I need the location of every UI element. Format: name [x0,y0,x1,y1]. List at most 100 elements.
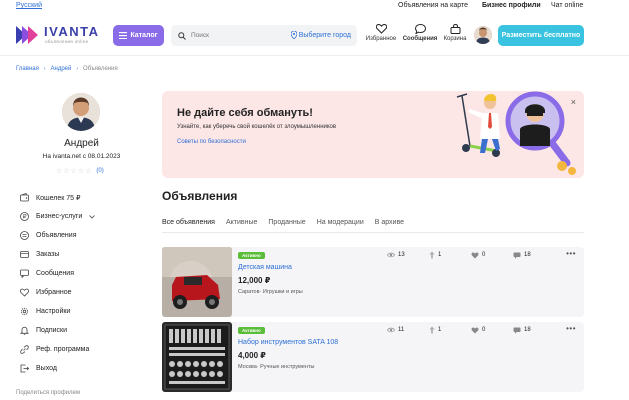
profile-member-since: На ivanta.net с 08.01.2023 [42,153,121,160]
close-icon[interactable]: × [571,97,576,107]
menu-item-subscriptions[interactable]: Подписки [20,321,150,340]
review-count-link[interactable]: (0) [96,168,103,174]
map-link[interactable]: Объявления на карте [398,2,468,9]
tab-active[interactable]: Активные [226,219,257,226]
listing-price: 12,000 ₽ [238,276,271,285]
star-rating-icon: ☆☆☆☆☆ [56,168,93,175]
menu-item-settings[interactable]: Настройки [20,302,150,321]
menu-item-wallet[interactable]: Кошелек 75 ₽ [20,188,150,207]
breadcrumb-home[interactable]: Главная [16,66,39,72]
share-profile-link[interactable]: Поделиться профилем [16,390,80,396]
toy-car-image [162,247,232,317]
tab-archive[interactable]: В архиве [375,219,404,226]
eye-icon [387,252,395,258]
status-badge: Активно [238,252,265,259]
catalog-button[interactable]: Каталог [113,25,164,46]
menu-item-orders[interactable]: Заказы [20,245,150,264]
tab-all[interactable]: Все объявления [162,219,215,226]
raises-stat: 1 [429,326,471,334]
listing-card[interactable]: Активно Набор инструментов SATA 108 4,00… [162,322,584,392]
menu-item-messages[interactable]: Сообщения [20,264,150,283]
views-stat: 11 [387,326,429,334]
favorites-stat: 0 [471,326,513,334]
logo[interactable]: IVANTA объявления online [16,24,100,46]
menu-item-label: Избранное [36,289,72,296]
arrow-up-icon [429,251,435,259]
post-ad-button[interactable]: Разместить бесплатно [498,25,584,46]
eye-icon [387,327,395,333]
listing-title-link[interactable]: Детская машина [238,264,292,271]
menu-item-label: Выход [36,365,57,372]
raises-count: 1 [438,252,442,258]
messages-stat: 18 [513,326,555,334]
views-count: 11 [398,327,405,333]
avatar-image [62,93,100,131]
messages-stat: 18 [513,251,555,259]
favorites-label: Избранное [365,36,397,42]
menu-item-label: Бизнес-услуги [36,213,83,220]
listing-thumbnail[interactable] [162,247,232,317]
cart-button[interactable]: Корзина [438,24,472,50]
wallet-icon [20,193,29,202]
views-count: 13 [398,252,405,258]
search-bar[interactable]: Выберите город [171,25,357,46]
more-options-icon[interactable]: ••• [566,324,576,333]
listing-title-link[interactable]: Набор инструментов SATA 108 [238,339,338,346]
tab-moderation[interactable]: На модерации [317,219,364,226]
listing-stats: 11 1 0 18 [387,326,555,334]
messages-count: 18 [524,252,531,258]
listing-card[interactable]: Активно Детская машина 12,000 ₽ Саратов·… [162,247,584,317]
raises-count: 1 [438,327,442,333]
logo-text: IVANTA [44,24,100,39]
favorites-button[interactable]: Избранное [364,24,398,50]
catalog-label: Каталог [130,32,158,39]
menu-item-business[interactable]: ₽ Бизнес-услуги [20,207,150,226]
breadcrumb-user[interactable]: Андрей [51,66,72,72]
heart-icon [471,327,479,333]
menu-item-label: Реф. программа [36,346,90,353]
chevron-down-icon [89,214,96,219]
chat-icon [414,24,426,34]
svg-text:₽: ₽ [23,214,27,221]
banner-text: Узнайте, как уберечь свой кошелёк от зло… [177,124,337,130]
avatar-image [474,26,492,44]
gear-icon [20,307,29,316]
tabs-divider [162,232,584,233]
menu-item-referral[interactable]: Реф. программа [20,340,150,359]
profile-avatar [62,93,100,131]
menu-item-favorites[interactable]: Избранное [20,283,150,302]
breadcrumb: Главная › Андрей › Объявления [16,66,118,72]
listing-tabs: Все объявления Активные Проданные На мод… [162,219,404,226]
safety-banner: Не дайте себя обмануть! Узнайте, как убе… [162,91,584,178]
menu-item-ads[interactable]: Объявления [20,226,150,245]
menu-item-logout[interactable]: Выход [20,359,150,378]
chat-online-link[interactable]: Чат online [551,2,583,9]
search-input[interactable] [191,32,281,39]
tool-set-image [162,322,232,392]
status-badge: Активно [238,327,265,334]
header: IVANTA объявления online Каталог Выберит… [0,14,629,56]
messages-button[interactable]: Сообщения [403,24,437,50]
listing-thumbnail[interactable] [162,322,232,392]
chat-icon [20,269,29,278]
city-selector[interactable]: Выберите город [290,31,351,39]
city-label: Выберите город [298,31,351,39]
language-link[interactable]: Русский [16,2,42,9]
menu-item-label: Сообщения [36,270,74,277]
tab-sold[interactable]: Проданные [268,219,305,226]
more-options-icon[interactable]: ••• [566,249,576,258]
listing-location: Москва· Ручные инструменты [238,364,315,370]
scam-illustration [456,91,576,175]
listing-price: 4,000 ₽ [238,351,266,360]
rating: ☆☆☆☆☆ (0) [56,167,104,175]
favorites-count: 0 [482,252,486,258]
safety-tips-link[interactable]: Советы по безопасности [177,139,246,145]
business-profiles-link[interactable]: Бизнес профили [482,2,541,9]
views-stat: 13 [387,251,429,259]
profile-name: Андрей [64,138,99,149]
user-avatar[interactable] [474,26,492,44]
top-bar: Русский Объявления на карте Бизнес профи… [0,0,629,12]
listings-title: Объявления [162,189,238,203]
heart-icon [20,288,29,297]
logo-subtitle: объявления online [45,39,89,44]
